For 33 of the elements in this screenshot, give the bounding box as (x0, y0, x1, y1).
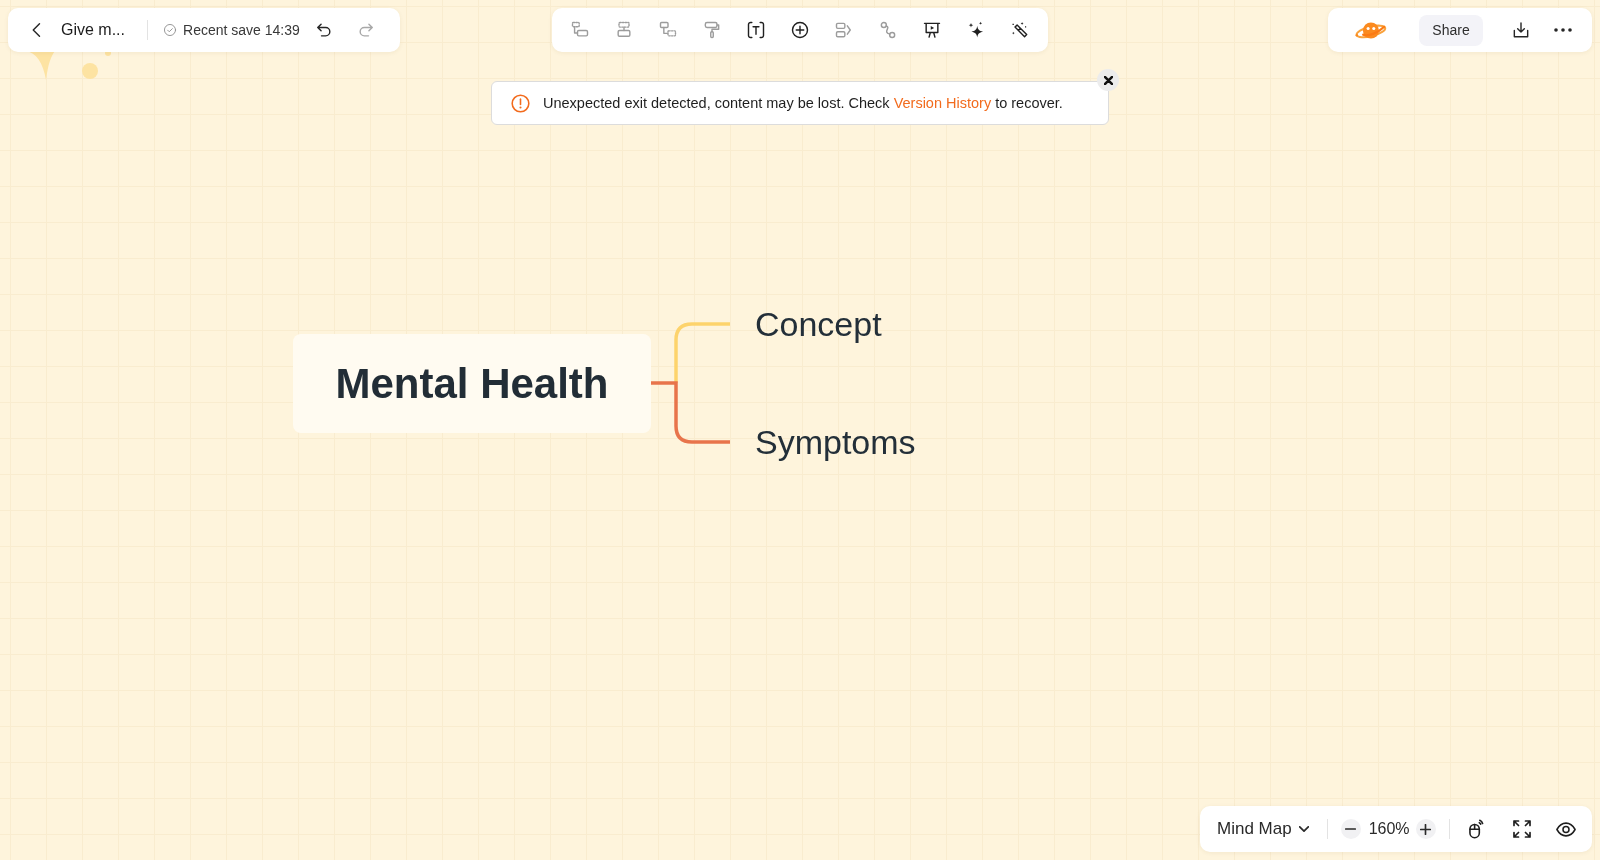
eye-icon (1555, 821, 1576, 837)
branch-boxes-icon (570, 20, 590, 40)
alert-message: Unexpected exit detected, content may be lost. Check Version History to recover. (543, 95, 1063, 111)
more-icon (1554, 28, 1572, 32)
chevron-down-icon (1298, 826, 1309, 832)
tag-boxes-icon (834, 20, 854, 40)
text-frame-icon (746, 20, 766, 40)
view-mode-dropdown[interactable]: Mind Map (1217, 814, 1309, 844)
plus-icon (1420, 823, 1432, 835)
zoom-in-button[interactable] (1415, 819, 1436, 839)
close-icon (1103, 75, 1113, 85)
paint-roller-icon (702, 20, 722, 40)
linked-boxes-icon (658, 20, 678, 40)
curve-path-icon (878, 20, 898, 40)
minus-icon (1345, 828, 1357, 830)
download-icon (1511, 20, 1531, 40)
mouse-icon (1469, 819, 1485, 839)
close-button[interactable] (1097, 69, 1119, 91)
save-status: Recent save 14:39 (183, 22, 300, 38)
document-title: Give m... (61, 21, 125, 39)
magic-wand-icon (1010, 20, 1030, 40)
warning-icon (510, 92, 531, 114)
plus-circle-icon (790, 20, 810, 40)
zoom-level: 160% (1368, 820, 1410, 838)
subtopic[interactable]: Symptoms (755, 418, 916, 466)
stacked-boxes-icon (614, 20, 634, 40)
share-button[interactable]: Share (1419, 14, 1483, 46)
expand-icon (1512, 820, 1531, 838)
presentation-icon (922, 20, 942, 40)
zoom-out-button[interactable] (1340, 819, 1361, 839)
subtopic[interactable]: Concept (755, 300, 882, 348)
root-topic[interactable]: Mental Health (293, 334, 651, 433)
check-circle-icon (163, 23, 177, 37)
